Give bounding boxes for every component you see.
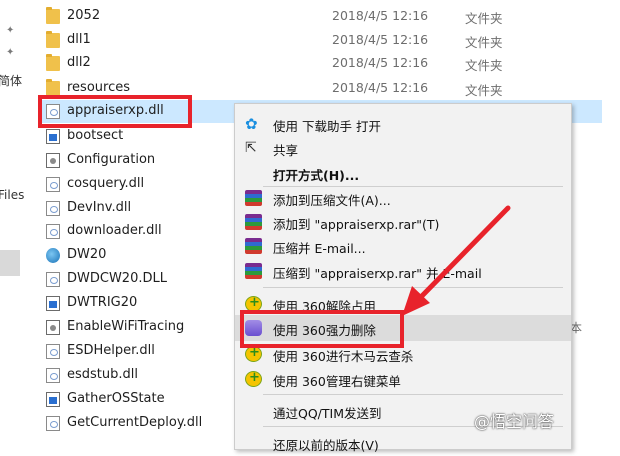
file-row[interactable]: 2052 2018/4/5 12:16 文件夹: [42, 5, 602, 28]
file-name: 2052: [67, 8, 101, 23]
dll-file-icon: [46, 201, 60, 216]
nav-label: 简体: [0, 74, 23, 88]
file-type: 文件夹: [465, 35, 503, 50]
file-name: dll2: [67, 55, 91, 70]
file-type: 文件夹: [465, 83, 503, 98]
file-name: resources: [67, 80, 131, 95]
config-icon: [46, 320, 60, 335]
folder-icon: [46, 79, 60, 96]
winrar-icon: [245, 214, 262, 230]
menu-item-label: 压缩到 "appraiserxp.rar" 并 E-mail: [273, 266, 482, 281]
file-name: DW20: [67, 247, 107, 262]
file-date: 2018/4/5 12:16: [332, 32, 429, 47]
nav-item-selected[interactable]: [0, 250, 20, 276]
file-date: 2018/4/5 12:16: [332, 80, 429, 95]
paw-icon: ✿: [245, 115, 258, 133]
menu-item-label: 还原以前的版本(V): [273, 438, 379, 453]
file-name: dll1: [67, 32, 91, 47]
menu-item-add-to-rar[interactable]: 添加到 "appraiserxp.rar"(T): [235, 209, 571, 235]
menu-item-restore-versions[interactable]: 还原以前的版本(V): [235, 430, 571, 456]
file-date: 2018/4/5 12:16: [332, 55, 429, 70]
menu-item-label: 添加到 "appraiserxp.rar"(T): [273, 217, 440, 232]
file-name: DWDCW20.DLL: [67, 271, 167, 286]
menu-item-label: 使用 360管理右键菜单: [273, 374, 401, 389]
context-menu: ✿ 使用 下载助手 打开 ⇱ 共享 打开方式(H)... 添加到压缩文件(A).…: [234, 103, 572, 453]
winrar-icon: [245, 190, 262, 206]
menu-item-label: 添加到压缩文件(A)...: [273, 193, 391, 208]
menu-item-compress-email[interactable]: 压缩并 E-mail...: [235, 233, 571, 259]
dll-file-icon: [46, 416, 60, 431]
file-name: downloader.dll: [67, 223, 162, 238]
menu-item-label: 使用 360进行木马云查杀: [273, 349, 414, 364]
menu-item-label: 打开方式(H)...: [273, 168, 360, 183]
menu-separator: [263, 394, 563, 395]
folder-icon: [46, 7, 60, 24]
pin-icon[interactable]: ✦: [6, 48, 16, 58]
file-name: GetCurrentDeploy.dll: [67, 415, 203, 430]
dll-file-icon: [46, 224, 60, 239]
360-icon: [245, 345, 262, 362]
app-icon: [46, 129, 60, 144]
dll-file-icon: [46, 177, 60, 192]
menu-item-add-archive[interactable]: 添加到压缩文件(A)...: [235, 185, 571, 211]
dll-file-icon: [46, 368, 60, 383]
file-name: cosquery.dll: [67, 176, 145, 191]
file-name: bootsect: [67, 128, 124, 143]
menu-separator: [263, 287, 563, 288]
menu-item-label: 使用 下载助手 打开: [273, 119, 381, 134]
file-date: 2018/4/5 12:16: [332, 8, 429, 23]
navigation-pane: ✦ ✦ 简体 Files: [0, 0, 25, 442]
file-name: esdstub.dll: [67, 367, 138, 382]
file-name: Configuration: [67, 152, 156, 167]
file-row[interactable]: dll2 2018/4/5 12:16 文件夹: [42, 52, 602, 75]
menu-item-open-with-downloader[interactable]: ✿ 使用 下载助手 打开: [235, 111, 571, 137]
360-icon: [245, 370, 262, 387]
menu-item-share[interactable]: ⇱ 共享: [235, 135, 571, 161]
file-type: 文件夹: [465, 11, 503, 26]
annotation-box-menu: [240, 310, 404, 348]
file-name: EnableWiFiTracing: [67, 319, 185, 334]
annotation-box-file: [38, 95, 192, 128]
folder-icon: [46, 54, 60, 71]
folder-icon: [46, 31, 60, 48]
file-name: DWTRIG20: [67, 295, 138, 310]
app-icon: [46, 296, 60, 311]
dll-file-icon: [46, 344, 60, 359]
menu-item-compress-rar-email[interactable]: 压缩到 "appraiserxp.rar" 并 E-mail: [235, 258, 571, 284]
pin-icon[interactable]: ✦: [6, 26, 16, 36]
file-name: DevInv.dll: [67, 200, 132, 215]
menu-item-360-manage-menu[interactable]: 使用 360管理右键菜单: [235, 366, 571, 392]
menu-item-open-with[interactable]: 打开方式(H)...: [235, 160, 571, 186]
winrar-icon: [245, 238, 262, 254]
app-icon: [46, 392, 60, 407]
winrar-icon: [245, 263, 262, 279]
nav-label: Files: [0, 188, 25, 202]
menu-item-label: 通过QQ/TIM发送到: [273, 406, 382, 421]
globe-app-icon: [46, 248, 60, 263]
watermark-text: @悟空问答: [474, 412, 555, 431]
file-type: 文件夹: [465, 58, 503, 73]
file-name: ESDHelper.dll: [67, 343, 155, 358]
menu-item-label: 压缩并 E-mail...: [273, 241, 366, 256]
menu-item-label: 共享: [273, 143, 299, 158]
file-row[interactable]: dll1 2018/4/5 12:16 文件夹: [42, 29, 602, 52]
dll-file-icon: [46, 272, 60, 287]
file-name: GatherOSState: [67, 391, 165, 406]
config-icon: [46, 153, 60, 168]
share-icon: ⇱: [245, 140, 257, 156]
